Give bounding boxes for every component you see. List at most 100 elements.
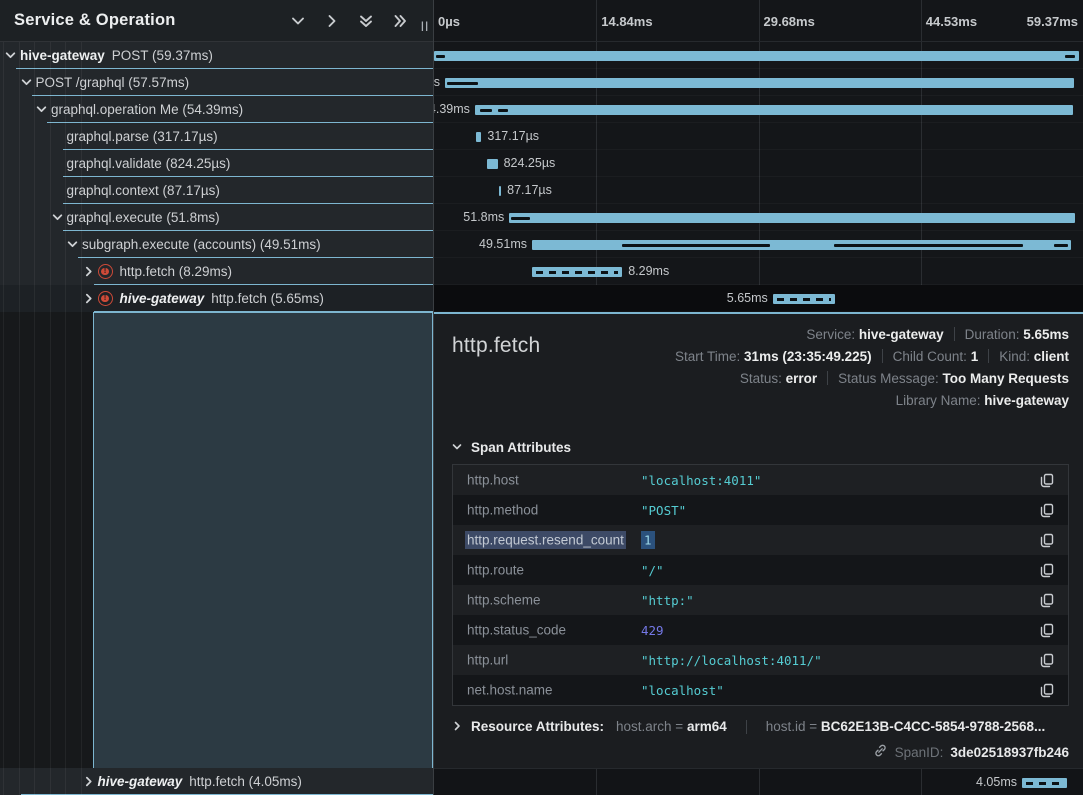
resource-attribute: host.id = BC62E13B-C4CC-5854-9788-2568..… bbox=[766, 719, 1046, 734]
chevron-right-icon[interactable] bbox=[83, 285, 94, 312]
tree-header: Service & Operation bbox=[0, 0, 433, 42]
panel-resize-divider[interactable]: || bbox=[433, 0, 434, 795]
attribute-key: http.status_code bbox=[465, 623, 641, 638]
duration-label: 317.17µs bbox=[487, 123, 539, 150]
meta-separator bbox=[988, 349, 989, 363]
chevron-down-icon[interactable] bbox=[21, 69, 32, 96]
timeline-row[interactable]: 4.05ms bbox=[434, 769, 1083, 795]
span-duration-bar[interactable] bbox=[434, 51, 1079, 61]
attribute-row[interactable]: http.method"POST" bbox=[453, 495, 1068, 525]
attribute-value: "http:" bbox=[641, 593, 1038, 608]
meta-value: Too Many Requests bbox=[942, 371, 1069, 386]
collapse-all-double-chevron-down-icon[interactable] bbox=[357, 12, 375, 30]
chevron-right-icon[interactable] bbox=[83, 768, 94, 795]
attribute-row[interactable]: http.request.resend_count1 bbox=[453, 525, 1068, 555]
attribute-value: "localhost" bbox=[641, 683, 1038, 698]
meta-label: Duration: bbox=[965, 327, 1024, 342]
timeline-row[interactable]: 824.25µs bbox=[434, 150, 1083, 177]
meta-value: error bbox=[786, 371, 818, 386]
meta-label: Library Name: bbox=[896, 393, 985, 408]
attribute-row[interactable]: http.host"localhost:4011" bbox=[453, 465, 1068, 495]
operation-label: POST (59.37ms) bbox=[112, 48, 213, 63]
sub-span-mark bbox=[480, 109, 492, 112]
timeline-row[interactable]: 57.57ms bbox=[434, 69, 1083, 96]
resource-attributes-row[interactable]: Resource Attributes: host.arch = arm64ho… bbox=[452, 719, 1069, 734]
span-duration-bar[interactable] bbox=[773, 294, 835, 304]
copy-icon[interactable] bbox=[1038, 621, 1056, 639]
attribute-row[interactable]: http.route"/" bbox=[453, 555, 1068, 585]
resize-grip-icon[interactable]: || bbox=[421, 21, 430, 32]
expand-all-double-chevron-right-icon[interactable] bbox=[391, 12, 409, 30]
chevron-right-icon[interactable] bbox=[83, 258, 94, 285]
expand-one-chevron-right-icon[interactable] bbox=[323, 12, 341, 30]
meta-label: Status Message: bbox=[838, 371, 942, 386]
span-duration-bar[interactable] bbox=[475, 105, 1073, 115]
timeline-row[interactable]: 87.17µs bbox=[434, 177, 1083, 204]
indent-guide bbox=[81, 42, 82, 795]
span-duration-bar[interactable] bbox=[499, 186, 501, 196]
span-duration-bar[interactable] bbox=[509, 213, 1075, 223]
chevron-down-icon[interactable] bbox=[67, 231, 78, 258]
chevron-down-icon[interactable] bbox=[36, 96, 47, 123]
timeline-row[interactable]: 54.39ms bbox=[434, 96, 1083, 123]
attribute-key: http.route bbox=[465, 563, 641, 578]
copy-icon[interactable] bbox=[1038, 531, 1056, 549]
span-duration-bar[interactable] bbox=[476, 132, 482, 142]
indent-guide bbox=[3, 42, 4, 795]
chevron-down-icon[interactable] bbox=[52, 204, 63, 231]
attribute-value: "/" bbox=[641, 563, 1038, 578]
attribute-value: 1 bbox=[641, 533, 1038, 548]
attribute-value: "localhost:4011" bbox=[641, 473, 1038, 488]
span-meta-line: Start Time: 31ms (23:35:49.225)Child Cou… bbox=[675, 346, 1069, 368]
attribute-value: "http://localhost:4011/" bbox=[641, 653, 1038, 668]
span-meta-line: Library Name: hive-gateway bbox=[675, 390, 1069, 412]
span-attributes-header[interactable]: Span Attributes bbox=[452, 440, 1069, 455]
operation-label: graphql.parse (317.17µs) bbox=[67, 129, 218, 144]
copy-icon[interactable] bbox=[1038, 471, 1056, 489]
attribute-key: net.host.name bbox=[465, 683, 641, 698]
span-duration-bar[interactable] bbox=[487, 159, 497, 169]
chevron-right-icon bbox=[452, 719, 462, 734]
attribute-row[interactable]: http.status_code429 bbox=[453, 615, 1068, 645]
timeline-row[interactable]: 5.65ms bbox=[434, 285, 1083, 312]
span-duration-bar[interactable] bbox=[532, 267, 622, 277]
copy-icon[interactable] bbox=[1038, 681, 1056, 699]
collapse-one-chevron-down-icon[interactable] bbox=[289, 12, 307, 30]
copy-icon[interactable] bbox=[1038, 651, 1056, 669]
chevron-down-icon[interactable] bbox=[5, 42, 16, 69]
meta-value: 31ms (23:35:49.225) bbox=[744, 349, 872, 364]
duration-label: 49.51ms bbox=[479, 231, 527, 258]
span-duration-bar[interactable] bbox=[1022, 778, 1067, 788]
span-duration-bar[interactable] bbox=[445, 78, 1074, 88]
ruler-tick: 59.37ms bbox=[1027, 0, 1078, 42]
copy-icon[interactable] bbox=[1038, 591, 1056, 609]
meta-separator bbox=[954, 327, 955, 341]
indent-guide bbox=[19, 42, 20, 795]
attribute-row[interactable]: http.scheme"http:" bbox=[453, 585, 1068, 615]
meta-value: hive-gateway bbox=[984, 393, 1069, 408]
attribute-row[interactable]: http.url"http://localhost:4011/" bbox=[453, 645, 1068, 675]
timeline-row[interactable]: 8.29ms bbox=[434, 258, 1083, 285]
operation-label: http.fetch (5.65ms) bbox=[211, 291, 324, 306]
timeline-row[interactable]: 59.37ms bbox=[434, 42, 1083, 69]
sub-span-mark bbox=[1065, 55, 1075, 58]
meta-value: 1 bbox=[971, 349, 979, 364]
span-meta-line: Service: hive-gatewayDuration: 5.65ms bbox=[675, 324, 1069, 346]
duration-label: 57.57ms bbox=[434, 69, 440, 96]
meta-value: 5.65ms bbox=[1023, 327, 1069, 342]
attribute-row[interactable]: net.host.name"localhost" bbox=[453, 675, 1068, 705]
attribute-key: http.method bbox=[465, 503, 641, 518]
attribute-key: http.host bbox=[465, 473, 641, 488]
service-name: hive-gateway bbox=[98, 774, 183, 789]
attribute-value: 429 bbox=[641, 623, 1038, 638]
sub-span-mark bbox=[498, 109, 508, 112]
link-icon[interactable] bbox=[873, 743, 888, 761]
meta-label: Status: bbox=[740, 371, 786, 386]
attribute-value: "POST" bbox=[641, 503, 1038, 518]
copy-icon[interactable] bbox=[1038, 501, 1056, 519]
operation-label: POST /graphql (57.57ms) bbox=[36, 75, 190, 90]
timeline-row[interactable]: 317.17µs bbox=[434, 123, 1083, 150]
timeline-row[interactable]: 49.51ms bbox=[434, 231, 1083, 258]
copy-icon[interactable] bbox=[1038, 561, 1056, 579]
timeline-row[interactable]: 51.8ms bbox=[434, 204, 1083, 231]
